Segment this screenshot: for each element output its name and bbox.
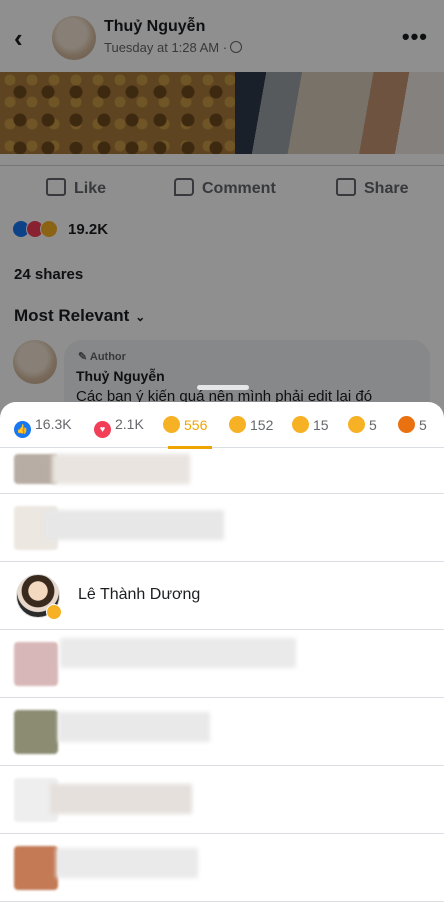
tab-count: 5 xyxy=(369,417,377,433)
care-reaction-icon xyxy=(163,416,180,433)
blurred-avatar xyxy=(14,642,58,686)
list-item[interactable] xyxy=(0,834,444,902)
love-reaction-icon: ♥ xyxy=(94,421,111,438)
reaction-tabs: 👍 16.3K ♥ 2.1K 556 152 15 5 5 xyxy=(0,402,444,449)
tab-count: 2.1K xyxy=(115,416,144,432)
blurred-name xyxy=(52,454,190,484)
list-item[interactable] xyxy=(0,450,444,494)
list-item[interactable] xyxy=(0,766,444,834)
list-item[interactable]: Lê Thành Dương xyxy=(0,562,444,630)
list-item[interactable] xyxy=(0,630,444,698)
blurred-name xyxy=(60,638,296,668)
sheet-drag-handle[interactable] xyxy=(197,385,249,390)
blurred-avatar xyxy=(14,846,58,890)
care-reaction-icon xyxy=(46,604,62,620)
tab-count: 15 xyxy=(313,417,329,433)
angry-reaction-icon xyxy=(398,416,415,433)
list-item[interactable] xyxy=(0,698,444,766)
tab-wow[interactable]: 15 xyxy=(292,416,329,438)
haha-reaction-icon xyxy=(229,416,246,433)
blurred-name xyxy=(44,510,224,540)
tab-count: 152 xyxy=(250,417,274,433)
tab-like[interactable]: 👍 16.3K xyxy=(14,416,72,438)
tab-love[interactable]: ♥ 2.1K xyxy=(94,416,144,438)
like-reaction-icon: 👍 xyxy=(14,421,31,438)
wow-reaction-icon xyxy=(292,416,309,433)
sad-reaction-icon xyxy=(348,416,365,433)
blurred-avatar xyxy=(14,710,58,754)
tab-haha[interactable]: 152 xyxy=(229,416,273,438)
tab-count: 556 xyxy=(184,417,208,433)
list-item[interactable] xyxy=(0,494,444,562)
tab-count: 5 xyxy=(419,417,427,433)
tab-count: 16.3K xyxy=(35,416,72,432)
blurred-name xyxy=(58,712,210,742)
tab-sad[interactable]: 5 xyxy=(348,416,377,438)
active-tab-indicator xyxy=(168,446,212,449)
blurred-name xyxy=(56,848,198,878)
reactor-name[interactable]: Lê Thành Dương xyxy=(78,586,200,604)
tab-angry[interactable]: 5 xyxy=(398,416,427,438)
tab-care[interactable]: 556 xyxy=(163,416,207,438)
reactions-sheet: 👍 16.3K ♥ 2.1K 556 152 15 5 5 Lê Thành Dươ… xyxy=(0,402,444,902)
blurred-name xyxy=(50,784,192,814)
